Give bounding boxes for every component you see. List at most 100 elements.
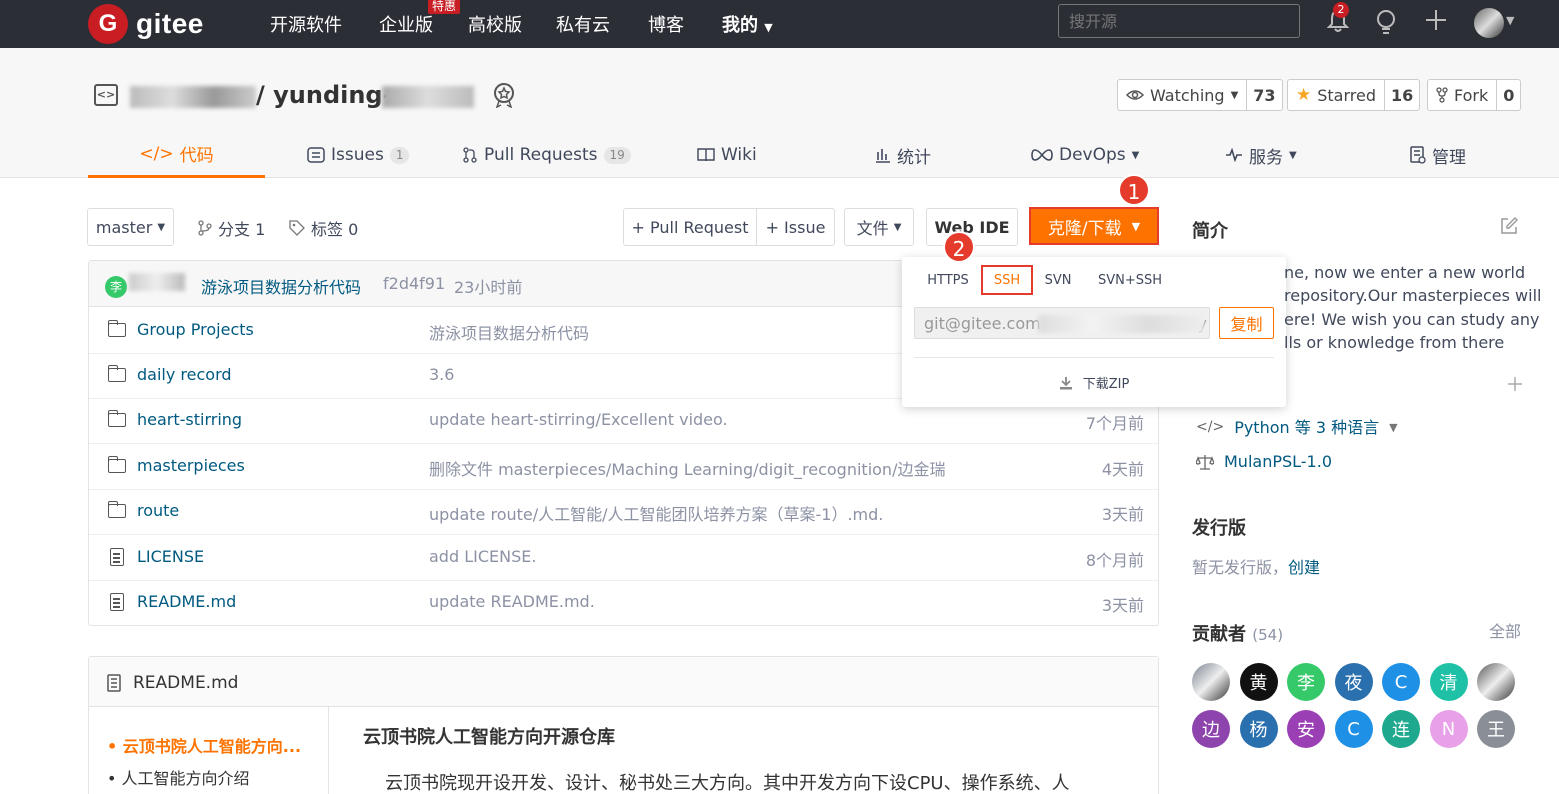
file-name[interactable]: heart-stirring: [137, 410, 242, 429]
protocol-tab-https[interactable]: HTTPS: [920, 265, 976, 295]
new-issue-button[interactable]: + Issue: [756, 208, 835, 246]
file-name[interactable]: route: [137, 501, 179, 520]
bar-chart-icon: [876, 149, 890, 163]
watch-count[interactable]: 73: [1246, 80, 1281, 110]
tab-stats[interactable]: 统计: [875, 132, 931, 178]
file-commit-message[interactable]: update README.md.: [429, 592, 595, 611]
file-commit-message[interactable]: 3.6: [429, 365, 454, 384]
tab-code[interactable]: </> 代码: [88, 132, 265, 178]
toc-item[interactable]: • 云顶书院人工智能方向...: [107, 733, 301, 757]
nav-private-cloud[interactable]: 私有云: [556, 11, 610, 37]
nav-blog[interactable]: 博客: [648, 11, 684, 37]
user-avatar[interactable]: [1474, 8, 1504, 38]
folder-icon: [107, 365, 126, 382]
contributor-avatar[interactable]: [1477, 663, 1515, 701]
contributor-avatar[interactable]: 安: [1287, 710, 1325, 748]
branch-select[interactable]: master ▼: [87, 208, 174, 246]
toc-item[interactable]: • 人工智能方向介绍: [107, 765, 250, 789]
new-pull-request-button[interactable]: + Pull Request: [623, 208, 757, 246]
tab-pull-requests[interactable]: Pull Requests 19: [462, 132, 631, 178]
fork-button[interactable]: Fork 0: [1427, 79, 1522, 111]
tab-wiki[interactable]: Wiki: [697, 132, 757, 178]
chevron-down-icon: ▼: [764, 21, 773, 34]
copy-button[interactable]: 复制: [1219, 307, 1274, 339]
clone-download-button[interactable]: 克隆/下载 ▼: [1029, 207, 1159, 245]
nav-mine[interactable]: 我的 ▼: [722, 11, 773, 37]
file-commit-message[interactable]: update route/人工智能/人工智能团队培养方案（草案-1）.md.: [429, 501, 883, 525]
contributor-avatar[interactable]: 清: [1429, 663, 1468, 701]
star-count[interactable]: 16: [1384, 80, 1419, 110]
contributors-all-link[interactable]: 全部: [1489, 620, 1521, 643]
fork-icon: [1436, 87, 1448, 103]
contributor-avatar[interactable]: 李: [1287, 663, 1325, 701]
contributor-avatar[interactable]: 夜: [1334, 663, 1373, 701]
tab-pull-requests-label: Pull Requests: [484, 145, 598, 165]
file-doc-icon: [108, 548, 126, 566]
contributor-avatar[interactable]: 连: [1382, 710, 1420, 748]
step-1-marker: 1: [1118, 174, 1150, 206]
nav-university[interactable]: 高校版: [468, 11, 522, 37]
nav-open-source[interactable]: 开源软件: [270, 11, 342, 37]
watch-button[interactable]: Watching ▼ 73: [1117, 79, 1283, 111]
file-name[interactable]: README.md: [137, 592, 236, 611]
plus-icon[interactable]: [1507, 376, 1523, 392]
search-input[interactable]: [1058, 4, 1300, 38]
intro-line: ere! We wish you can study any: [1284, 310, 1540, 329]
file-name[interactable]: Group Projects: [137, 320, 254, 339]
file-row[interactable]: README.md update README.md. 3天前: [89, 581, 1158, 626]
file-commit-message[interactable]: 删除文件 masterpieces/Maching Learning/digit…: [429, 456, 945, 480]
contributor-avatar[interactable]: 黄: [1239, 663, 1278, 701]
file-commit-message[interactable]: update heart-stirring/Excellent video.: [429, 410, 728, 429]
branches-link[interactable]: 分支 1: [198, 216, 265, 240]
file-row[interactable]: LICENSE add LICENSE. 8个月前: [89, 536, 1158, 581]
tab-issues[interactable]: Issues 1: [307, 132, 410, 178]
watch-label: Watching: [1150, 85, 1225, 105]
tab-manage-label: 管理: [1432, 147, 1466, 168]
tags-link[interactable]: 标签 0: [289, 216, 358, 240]
commit-hash[interactable]: f2d4f91: [383, 274, 445, 293]
download-zip-link[interactable]: 下载ZIP: [902, 373, 1286, 392]
edit-icon[interactable]: [1500, 217, 1518, 235]
file-commit-message[interactable]: 游泳项目数据分析代码: [429, 320, 589, 344]
settings-doc-icon: [1410, 146, 1426, 164]
commit-author-avatar[interactable]: 李: [105, 276, 127, 298]
star-button[interactable]: ★ Starred 16: [1287, 79, 1421, 111]
languages-row[interactable]: </> Python 等 3 种语言 ▼: [1196, 416, 1398, 439]
file-row[interactable]: route update route/人工智能/人工智能团队培养方案（草案-1）…: [89, 490, 1158, 535]
contributor-avatar[interactable]: N: [1429, 710, 1468, 748]
contributor-avatar[interactable]: 王: [1477, 710, 1515, 748]
tab-devops[interactable]: DevOps ▼: [1031, 132, 1139, 178]
protocol-tab-svn-ssh[interactable]: SVN+SSH: [1090, 265, 1170, 295]
contributor-avatar[interactable]: C: [1382, 663, 1420, 701]
tab-devops-label: DevOps: [1059, 145, 1126, 165]
plus-icon[interactable]: [1422, 9, 1450, 37]
file-commit-message[interactable]: add LICENSE.: [429, 547, 536, 566]
gitee-logo[interactable]: G gitee: [88, 4, 204, 44]
license-row[interactable]: MulanPSL-1.0: [1196, 450, 1332, 473]
chevron-down-icon: ▼: [1289, 149, 1297, 161]
file-name[interactable]: masterpieces: [137, 456, 245, 475]
contributor-avatar[interactable]: [1192, 663, 1230, 701]
readme-toc: • 云顶书院人工智能方向... • 人工智能方向介绍: [89, 707, 329, 794]
chevron-down-icon[interactable]: ▼: [1506, 14, 1514, 27]
protocol-tab-ssh[interactable]: SSH: [981, 265, 1033, 295]
contributor-avatar[interactable]: 边: [1192, 710, 1230, 748]
contributor-avatar[interactable]: 杨: [1239, 710, 1278, 748]
file-menu-button[interactable]: 文件 ▼: [844, 208, 914, 246]
lightbulb-icon[interactable]: [1372, 9, 1400, 37]
contributor-avatar[interactable]: C: [1334, 710, 1373, 748]
commit-message[interactable]: 游泳项目数据分析代码: [201, 274, 361, 298]
tab-manage[interactable]: 管理: [1410, 132, 1466, 178]
file-time: 7个月前: [1085, 414, 1144, 433]
eye-icon: [1126, 90, 1144, 100]
award-icon[interactable]: [492, 82, 516, 114]
protocol-tab-svn[interactable]: SVN: [1038, 265, 1078, 295]
fork-count[interactable]: 0: [1496, 80, 1520, 110]
file-name[interactable]: LICENSE: [137, 547, 204, 566]
file-row[interactable]: masterpieces 删除文件 masterpieces/Maching L…: [89, 445, 1158, 490]
file-name[interactable]: daily record: [137, 365, 232, 384]
nav-enterprise[interactable]: 企业版: [379, 11, 433, 37]
tab-services[interactable]: 服务 ▼: [1225, 132, 1297, 178]
repo-title[interactable]: / yunding-: [256, 81, 393, 109]
create-release-link[interactable]: 创建: [1288, 558, 1320, 577]
